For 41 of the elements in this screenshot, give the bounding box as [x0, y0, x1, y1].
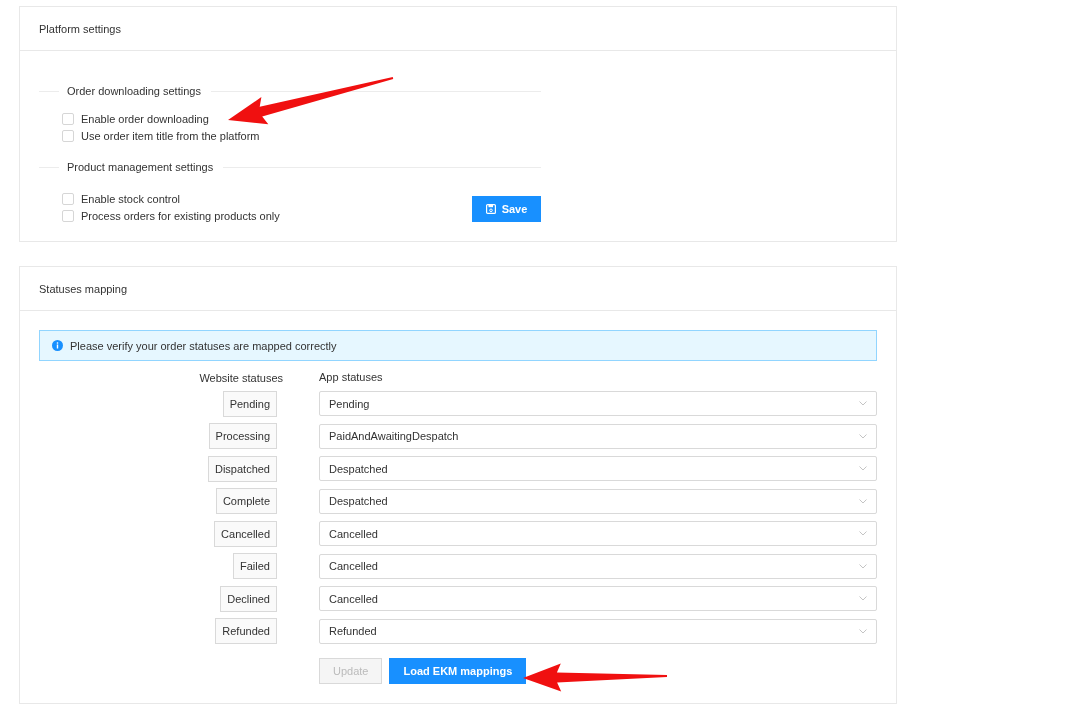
app-status-select[interactable]: Cancelled: [319, 521, 877, 546]
website-status-label: Complete: [215, 488, 277, 514]
chevron-down-icon: [859, 401, 867, 406]
checkbox[interactable]: [62, 113, 74, 125]
chevron-down-icon: [859, 466, 867, 471]
app-status-select[interactable]: PaidAndAwaitingDespatch: [319, 423, 877, 449]
website-status-label: Pending: [222, 390, 277, 417]
chevron-down-icon: [859, 498, 867, 504]
app-status-select[interactable]: Despatched: [319, 456, 877, 481]
app-status-select[interactable]: Cancelled: [319, 553, 877, 579]
chevron-down-icon: [859, 563, 867, 569]
website-status-label: Processing: [208, 423, 277, 449]
save-icon: [485, 204, 496, 214]
chevron-down-icon: [859, 433, 867, 439]
checkbox[interactable]: [62, 193, 74, 205]
app-status-select[interactable]: Cancelled: [319, 586, 877, 611]
website-status-label: Failed: [233, 553, 277, 579]
website-status-label: Refunded: [215, 618, 277, 644]
alert-message: Please verify your order statuses are mapped correctly: [70, 339, 337, 352]
checkbox-label: Enable order downloading: [81, 113, 209, 125]
chevron-down-icon: [859, 531, 867, 536]
chevron-down-icon: [859, 596, 867, 601]
checkbox-label: Process orders for existing products only: [81, 210, 280, 222]
app-status-select[interactable]: Refunded: [319, 618, 877, 644]
app-status-select[interactable]: Pending: [319, 391, 877, 416]
website-status-label: Cancelled: [214, 520, 277, 547]
section-legend: Product management settings: [67, 161, 214, 173]
checkbox[interactable]: [62, 210, 74, 222]
website-status-label: Declined: [220, 585, 277, 612]
website-status-label: Dispatched: [207, 455, 277, 482]
column-header: App statuses: [319, 371, 383, 383]
app-status-select[interactable]: Despatched: [319, 488, 877, 514]
checkbox[interactable]: [62, 130, 74, 142]
card-title: Platform settings: [39, 22, 121, 35]
chevron-down-icon: [859, 628, 867, 634]
section-legend: Order downloading settings: [67, 85, 201, 97]
checkbox-label: Use order item title from the platform: [81, 130, 260, 142]
column-header: Website statuses: [199, 371, 283, 384]
info-icon: [52, 340, 63, 351]
card-title: Statuses mapping: [39, 282, 128, 295]
checkbox-label: Enable stock control: [81, 193, 181, 205]
